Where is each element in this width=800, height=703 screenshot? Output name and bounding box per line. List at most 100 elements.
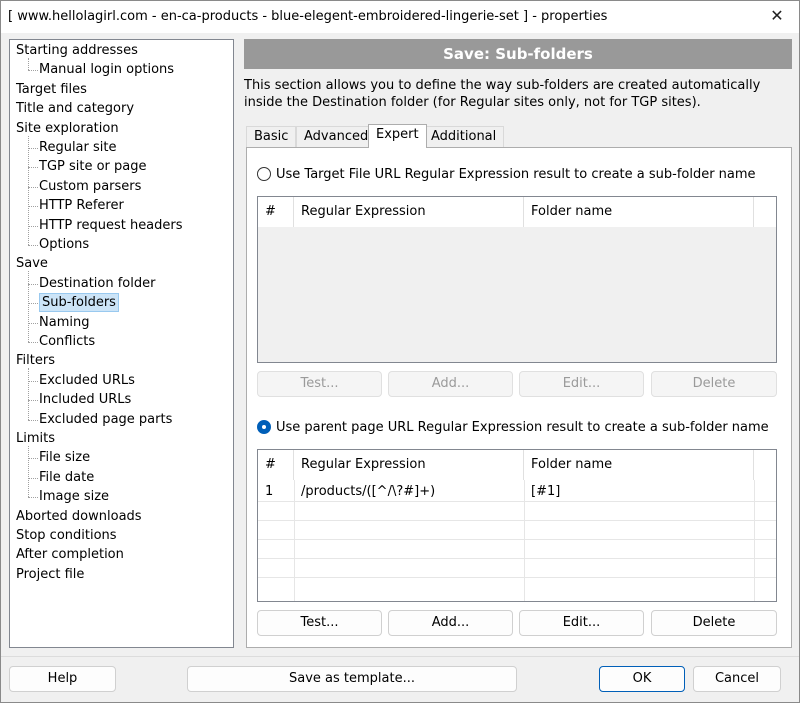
tree-item-site-exploration[interactable]: Site exploration (16, 119, 119, 138)
tree-item-target-files[interactable]: Target files (16, 80, 87, 99)
tree-connector (28, 322, 38, 324)
parent-url-radio[interactable] (257, 420, 271, 434)
row-folder-cell: [#1] (531, 484, 561, 499)
tree-item-after-completion[interactable]: After completion (16, 545, 124, 564)
tree-connector (28, 458, 38, 460)
tree-item-naming[interactable]: Naming (39, 313, 89, 332)
tree-connector (28, 497, 38, 499)
tree-item-manual-login-options[interactable]: Manual login options (39, 60, 174, 79)
target-url-radio-label: Use Target File URL Regular Expression r… (276, 166, 756, 182)
table-row[interactable]: 1 /products/([^/\?#]+) [#1] (258, 483, 776, 501)
column-header-num[interactable]: # (258, 197, 294, 227)
parent-regex-table[interactable]: # Regular Expression Folder name 1 /prod… (257, 449, 777, 602)
tree-connector (28, 368, 29, 420)
row-divider (258, 558, 776, 559)
column-header-folder[interactable]: Folder name (524, 450, 754, 480)
tree-item-stop-conditions[interactable]: Stop conditions (16, 526, 117, 545)
parent-url-regex-option[interactable]: Use parent page URL Regular Expression r… (257, 418, 769, 436)
tree-item-conflicts[interactable]: Conflicts (39, 332, 95, 351)
tree-item-excluded-page-parts[interactable]: Excluded page parts (39, 410, 172, 429)
tree-item-custom-parsers[interactable]: Custom parsers (39, 177, 141, 196)
row-divider (258, 520, 776, 521)
settings-tree[interactable]: Starting addresses Manual login options Ta… (9, 39, 234, 648)
tab-expert[interactable]: Expert (368, 124, 427, 148)
column-header-regex[interactable]: Regular Expression (294, 197, 524, 227)
tab-advanced[interactable]: Advanced (296, 126, 377, 147)
tree-connector (28, 58, 29, 71)
target-regex-table[interactable]: # Regular Expression Folder name (257, 196, 777, 363)
tree-connector (28, 400, 38, 402)
parent-edit-button[interactable]: Edit... (519, 610, 644, 636)
tree-connector (28, 283, 38, 285)
target-delete-button[interactable]: Delete (651, 371, 777, 397)
tree-item-image-size[interactable]: Image size (39, 487, 109, 506)
tree-item-options[interactable]: Options (39, 235, 89, 254)
title-bar: [ www.hellolagirl.com - en-ca-products -… (1, 1, 799, 33)
table-empty-area (258, 227, 776, 362)
window-title: [ www.hellolagirl.com - en-ca-products -… (8, 9, 608, 24)
parent-delete-button[interactable]: Delete (651, 610, 777, 636)
expert-tab-panel: Use Target File URL Regular Expression r… (246, 147, 792, 648)
section-header: Save: Sub-folders (244, 39, 792, 69)
tree-item-http-request-headers[interactable]: HTTP request headers (39, 216, 183, 235)
tree-item-title-and-category[interactable]: Title and category (16, 99, 134, 118)
parent-add-button[interactable]: Add... (388, 610, 513, 636)
column-header-num[interactable]: # (258, 450, 294, 480)
tree-connector (28, 206, 38, 208)
tree-connector (28, 342, 38, 343)
properties-dialog: [ www.hellolagirl.com - en-ca-products -… (0, 0, 800, 703)
parent-url-radio-label: Use parent page URL Regular Expression r… (276, 419, 769, 435)
column-header-folder[interactable]: Folder name (524, 197, 754, 227)
tree-item-aborted-downloads[interactable]: Aborted downloads (16, 507, 142, 526)
target-add-button[interactable]: Add... (388, 371, 513, 397)
tree-item-limits[interactable]: Limits (16, 429, 55, 448)
tree-item-included-urls[interactable]: Included URLs (39, 390, 131, 409)
target-test-button[interactable]: Test... (257, 371, 382, 397)
tree-connector (28, 271, 29, 342)
tree-connector (28, 446, 29, 498)
tree-item-sub-folders[interactable]: Sub-folders (39, 293, 119, 313)
tree-item-excluded-urls[interactable]: Excluded URLs (39, 371, 135, 390)
tree-item-file-size[interactable]: File size (39, 448, 90, 467)
tree-item-tgp-site-or-page[interactable]: TGP site or page (39, 157, 147, 176)
cancel-button[interactable]: Cancel (693, 666, 781, 692)
tree-item-project-file[interactable]: Project file (16, 565, 84, 584)
tree-item-regular-site[interactable]: Regular site (39, 138, 116, 157)
help-button[interactable]: Help (9, 666, 116, 692)
table-header: # Regular Expression Folder name (258, 197, 776, 227)
tree-connector (28, 245, 38, 246)
row-divider (258, 577, 776, 578)
tab-basic[interactable]: Basic (246, 126, 297, 147)
tree-connector (28, 148, 38, 149)
row-divider (258, 539, 776, 540)
ok-button[interactable]: OK (599, 666, 685, 692)
target-url-radio[interactable] (257, 167, 271, 181)
tree-item-destination-folder[interactable]: Destination folder (39, 274, 155, 293)
footer-divider (1, 656, 799, 657)
tree-connector (28, 303, 38, 305)
close-icon[interactable]: ✕ (767, 6, 787, 26)
tree-connector (28, 167, 38, 169)
table-header: # Regular Expression Folder name (258, 450, 776, 480)
tree-item-filters[interactable]: Filters (16, 351, 55, 370)
tree-connector (28, 186, 38, 188)
tree-item-file-date[interactable]: File date (39, 468, 94, 487)
target-url-regex-option[interactable]: Use Target File URL Regular Expression r… (257, 165, 756, 183)
row-divider (258, 501, 776, 502)
section-description: This section allows you to define the wa… (244, 78, 761, 110)
tree-item-http-referer[interactable]: HTTP Referer (39, 196, 124, 215)
tree-connector (28, 70, 38, 72)
parent-test-button[interactable]: Test... (257, 610, 382, 636)
tree-item-save[interactable]: Save (16, 254, 48, 273)
target-edit-button[interactable]: Edit... (519, 371, 644, 397)
tree-connector (28, 477, 38, 479)
column-header-regex[interactable]: Regular Expression (294, 450, 524, 480)
tree-connector (28, 419, 38, 421)
tree-connector (28, 135, 29, 245)
save-as-template-button[interactable]: Save as template... (187, 666, 517, 692)
tree-connector (28, 225, 38, 227)
row-regex-cell: /products/([^/\?#]+) (301, 484, 436, 499)
tree-item-starting-addresses[interactable]: Starting addresses (16, 41, 138, 60)
tab-additional[interactable]: Additional (423, 126, 505, 147)
row-num-cell: 1 (265, 484, 274, 499)
